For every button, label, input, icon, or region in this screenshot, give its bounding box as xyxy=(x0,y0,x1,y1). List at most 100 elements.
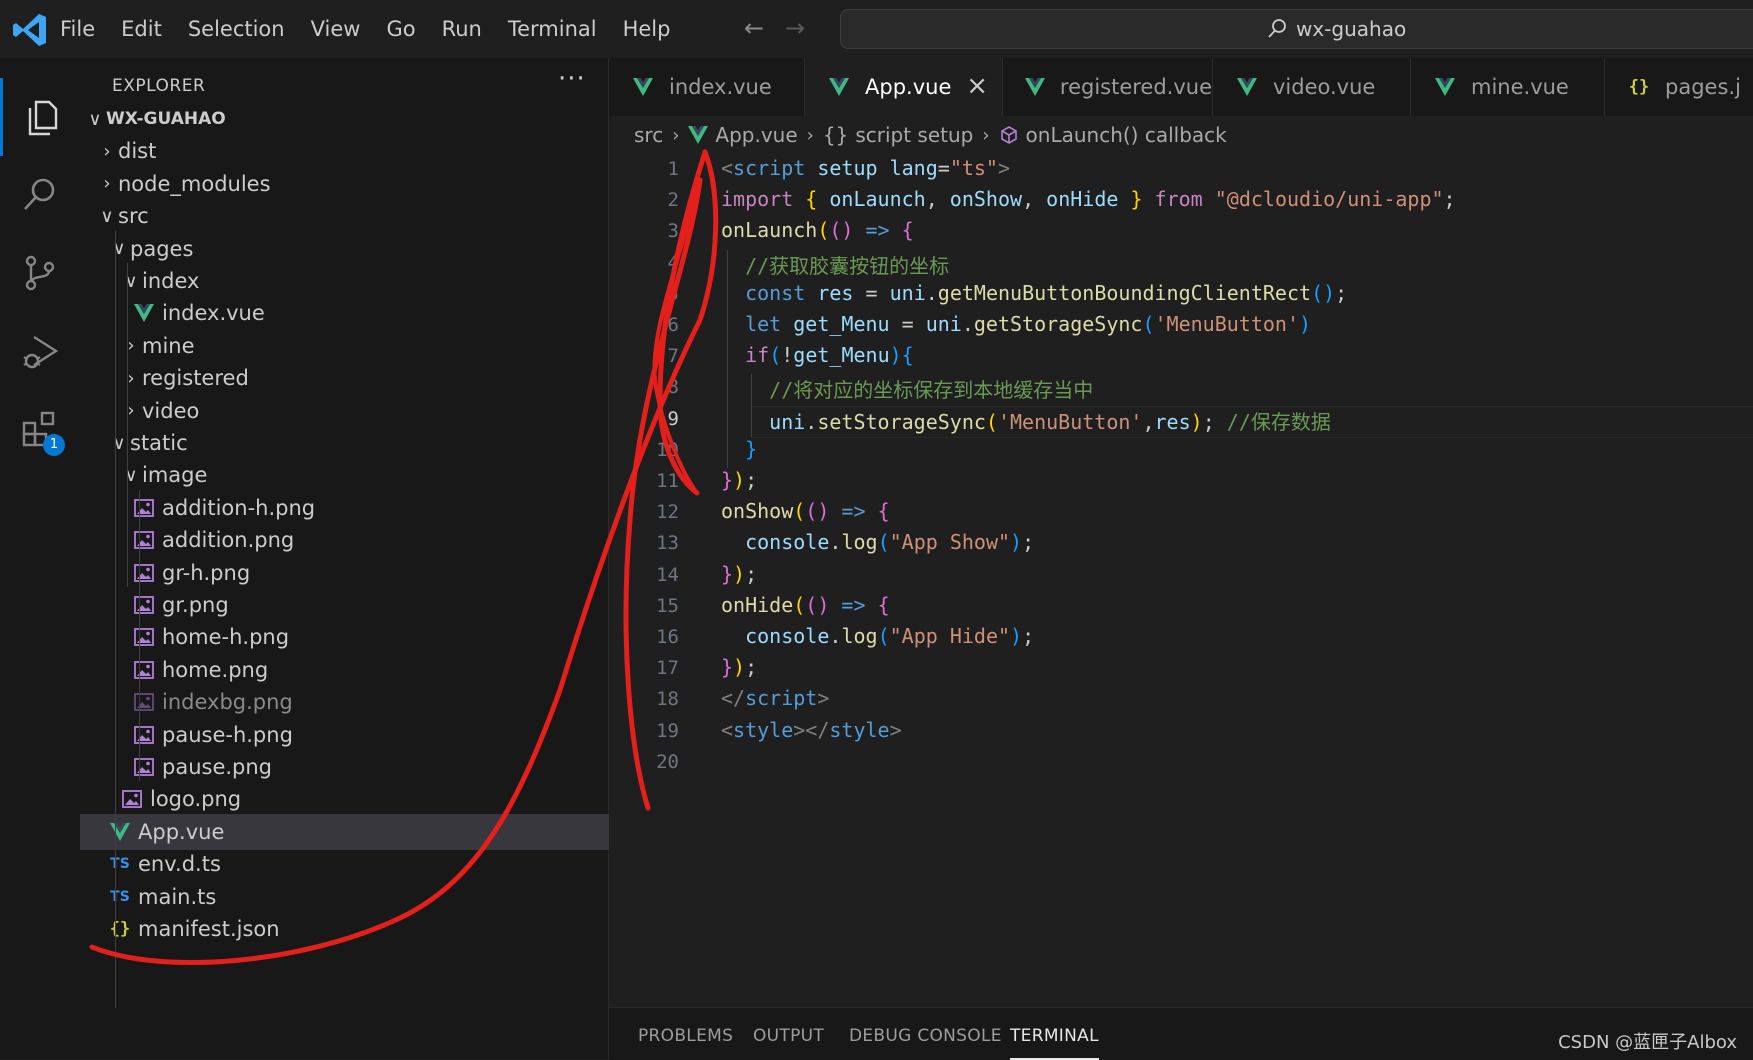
tree-item-label: video xyxy=(142,398,200,423)
command-center-text: wx-guahao xyxy=(1296,17,1407,41)
chevron-right-icon: › xyxy=(982,124,990,146)
tree-item-home-png[interactable]: home.png xyxy=(80,652,660,688)
back-arrow-icon[interactable]: ← xyxy=(744,14,764,42)
tree-item-node-modules[interactable]: › node_modules xyxy=(80,166,624,202)
tree-item-video[interactable]: › video xyxy=(80,393,648,429)
tree-item-dist[interactable]: › dist xyxy=(80,133,624,169)
tree-item-mine[interactable]: › mine xyxy=(80,328,648,364)
code-line[interactable]: console.log("App Show"); xyxy=(721,530,1034,554)
menu-help[interactable]: Help xyxy=(623,17,671,41)
json-file-icon: {} xyxy=(109,919,131,939)
breadcrumb-callback[interactable]: onLaunch() callback xyxy=(1026,123,1227,147)
tree-item-index-vue[interactable]: index.vue xyxy=(80,295,660,331)
code-line[interactable]: onHide(() => { xyxy=(721,593,890,617)
command-center-search[interactable]: wx-guahao xyxy=(840,9,1753,49)
tree-item-index[interactable]: ∨ index xyxy=(80,263,648,299)
tree-item-pause-h-png[interactable]: pause-h.png xyxy=(80,717,660,753)
tree-item-home-h-png[interactable]: home-h.png xyxy=(80,619,660,655)
tree-item-pages[interactable]: ∨ pages xyxy=(80,231,636,267)
code-line[interactable]: let get_Menu = uni.getStorageSync('MenuB… xyxy=(721,312,1311,336)
tree-item-app-vue[interactable]: App.vue xyxy=(80,813,636,850)
tree-item-src[interactable]: ∨ src xyxy=(80,198,624,234)
tab-label: mine.vue xyxy=(1471,75,1569,99)
tree-item-pause-png[interactable]: pause.png xyxy=(80,749,660,785)
breadcrumb: src › App.vue › {} script setup › onLaun… xyxy=(609,116,1753,154)
tab-output[interactable]: OUTPUT xyxy=(753,1026,824,1046)
tree-item-label: logo.png xyxy=(150,787,242,812)
tree-item-gr-png[interactable]: gr.png xyxy=(80,587,660,623)
tree-root[interactable]: ∨ WX-GUAHAO xyxy=(80,101,612,137)
breadcrumb-file[interactable]: App.vue xyxy=(715,123,797,147)
line-number: 4 xyxy=(667,251,679,274)
line-number: 2 xyxy=(667,189,679,212)
code-line[interactable]: if(!get_Menu){ xyxy=(721,343,914,367)
tree-item-label: index xyxy=(142,269,200,293)
tree-item-main-ts[interactable]: TS main.ts xyxy=(80,879,636,915)
tree-item-image[interactable]: ∨ image xyxy=(80,457,648,493)
tab-pages-j[interactable]: {} pages.j xyxy=(1605,58,1753,116)
menu-run[interactable]: Run xyxy=(442,17,482,41)
menu-go[interactable]: Go xyxy=(386,17,415,41)
code-line[interactable]: onShow(() => { xyxy=(721,499,890,523)
ts-file-icon: TS xyxy=(110,856,130,873)
explorer-activity[interactable] xyxy=(0,78,80,156)
tab-terminal[interactable]: TERMINAL xyxy=(1010,1026,1099,1060)
code-line[interactable]: <style></style> xyxy=(721,718,902,742)
tab-app-vue[interactable]: App.vue × xyxy=(805,58,1003,116)
tree-item-static[interactable]: ∨ static xyxy=(80,425,636,461)
extensions-activity[interactable]: 1 xyxy=(0,390,80,468)
menu-terminal[interactable]: Terminal xyxy=(508,17,597,41)
breadcrumb-script[interactable]: script setup xyxy=(855,123,973,147)
code-line[interactable]: <script setup lang="ts"> xyxy=(721,156,1010,180)
line-number: 19 xyxy=(656,719,679,742)
code-line[interactable]: uni.setStorageSync('MenuButton',res); //… xyxy=(721,406,1331,435)
breadcrumb-src[interactable]: src xyxy=(634,123,663,147)
code-line[interactable]: //将对应的坐标保存到本地缓存当中 xyxy=(721,374,1093,403)
code-line[interactable]: </script> xyxy=(721,686,829,710)
menu-view[interactable]: View xyxy=(311,17,361,41)
line-number: 15 xyxy=(656,594,679,617)
tree-item-registered[interactable]: › registered xyxy=(80,360,648,396)
code-editor[interactable]: 1 2 3 4 5 6 7 8 9 10 11 12 13 14 15 16 17 18 19 20 <script s… xyxy=(609,154,1753,1007)
menu-edit[interactable]: Edit xyxy=(121,17,162,41)
tree-item-manifest-json[interactable]: {} manifest.json xyxy=(80,911,636,947)
tree-item-logo-png[interactable]: logo.png xyxy=(80,781,648,817)
tree-item-addition-h-png[interactable]: addition-h.png xyxy=(80,490,660,526)
tree-item-indexbg-png[interactable]: indexbg.png xyxy=(80,684,660,720)
tree-item-gr-h-png[interactable]: gr-h.png xyxy=(80,555,660,591)
line-number: 7 xyxy=(667,345,679,368)
editor-tabs: index.vue App.vue × registered.vue video.vue… xyxy=(609,58,1753,116)
tree-item-label: registered xyxy=(142,366,249,391)
code-line[interactable]: }); xyxy=(721,655,757,679)
code-line[interactable]: //获取胶囊按钮的坐标 xyxy=(721,250,949,279)
code-line[interactable]: const res = uni.getMenuButtonBoundingCli… xyxy=(721,281,1347,305)
run-debug-activity[interactable] xyxy=(0,312,80,390)
close-icon[interactable]: × xyxy=(966,71,988,101)
menu-file[interactable]: File xyxy=(60,17,95,41)
chevron-right-icon: › xyxy=(103,140,111,162)
code-line[interactable]: console.log("App Hide"); xyxy=(721,624,1034,648)
menu-selection[interactable]: Selection xyxy=(188,17,285,41)
vscode-logo-icon xyxy=(13,14,46,46)
indent-guide xyxy=(115,230,116,1009)
tab-video-vue[interactable]: video.vue xyxy=(1213,58,1411,116)
tree-item-env-d-ts[interactable]: TS env.d.ts xyxy=(80,846,636,882)
forward-arrow-icon[interactable]: → xyxy=(785,14,805,42)
tree-item-label: static xyxy=(130,431,188,455)
tab-problems[interactable]: PROBLEMS xyxy=(638,1026,733,1046)
chevron-right-icon: › xyxy=(806,124,814,146)
code-line[interactable]: }); xyxy=(721,468,757,492)
code-line[interactable]: import { onLaunch, onShow, onHide } from… xyxy=(721,187,1456,211)
more-actions-icon[interactable]: ··· xyxy=(558,64,586,94)
activity-bar: 1 xyxy=(0,58,80,1059)
search-activity[interactable] xyxy=(0,156,80,234)
tab-registered-vue[interactable]: registered.vue xyxy=(1003,58,1213,116)
tab-index-vue[interactable]: index.vue xyxy=(609,58,805,116)
tab-mine-vue[interactable]: mine.vue xyxy=(1411,58,1605,116)
tab-debug-console[interactable]: DEBUG CONSOLE xyxy=(849,1026,1002,1046)
method-cube-icon xyxy=(1000,126,1017,144)
tree-item-addition-png[interactable]: addition.png xyxy=(80,522,660,558)
source-control-activity[interactable] xyxy=(0,234,80,312)
code-line[interactable]: }); xyxy=(721,562,757,586)
code-line[interactable]: onLaunch(() => { xyxy=(721,218,914,242)
